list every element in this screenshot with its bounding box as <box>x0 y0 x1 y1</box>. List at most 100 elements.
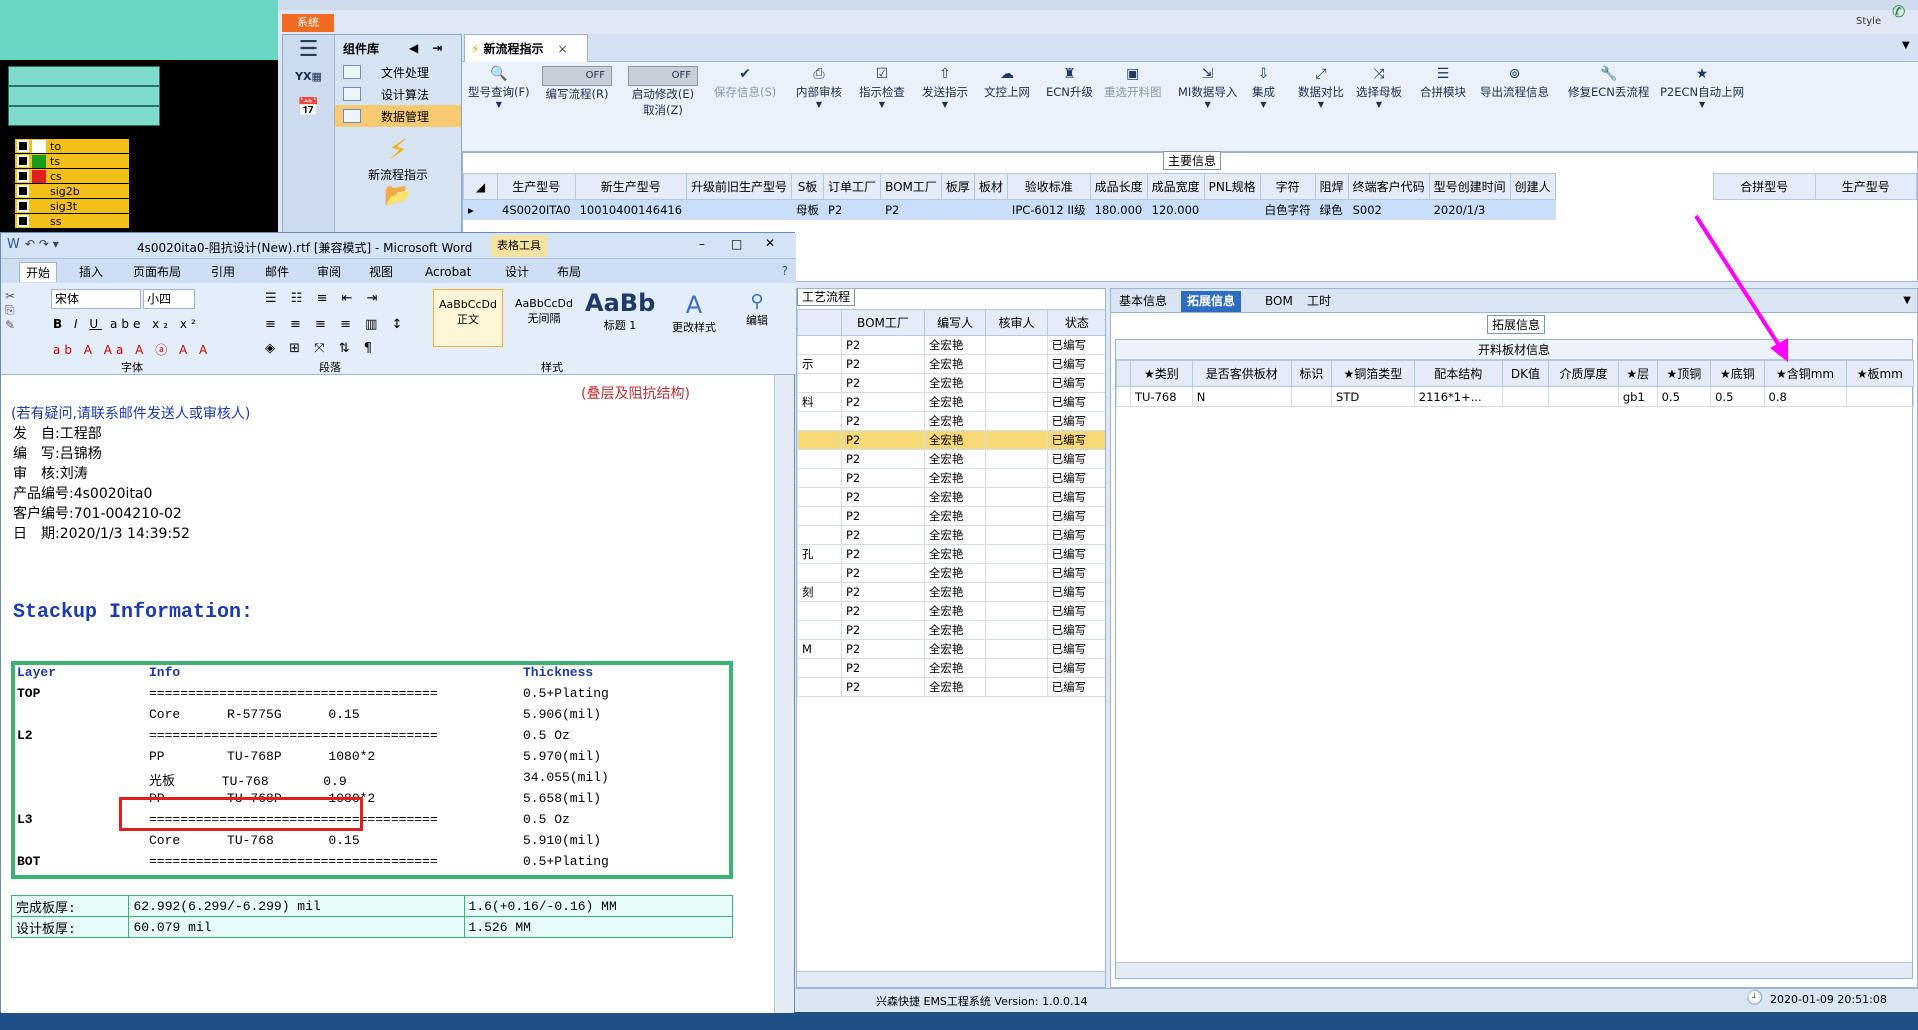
clipboard-icons[interactable]: ✂ ⎘ ✎ <box>5 289 31 332</box>
model-query-button[interactable]: 🔍 型号查询(F) ▼ <box>468 66 530 109</box>
table-cell[interactable] <box>985 677 1048 697</box>
table-row[interactable]: ▸ 4S0020ITA0 10010400146416 母板 P2 P2 IPC-6012 … <box>463 199 1556 220</box>
table-cell[interactable]: P2 <box>841 563 925 583</box>
table-cell[interactable] <box>797 601 842 621</box>
table-cell[interactable]: 全宏艳 <box>923 601 987 621</box>
table-cell[interactable]: P2 <box>841 468 925 488</box>
table-cell[interactable]: P2 <box>841 506 925 526</box>
tab-extended-info[interactable]: 拓展信息 <box>1181 291 1242 312</box>
fix-ecn-button[interactable]: 🔧 修复ECN丢流程 <box>1568 66 1649 100</box>
table-cell[interactable]: 2020/1/3 <box>1428 199 1511 220</box>
table-cell[interactable]: 已编写 <box>1046 525 1105 545</box>
table-cell[interactable]: 全宏艳 <box>923 525 987 545</box>
table-cell[interactable]: 4S0020ITA0 <box>497 199 576 220</box>
toggle-switch[interactable]: OFF <box>628 66 698 86</box>
tab-mail[interactable]: 邮件 <box>259 262 295 282</box>
table-cell[interactable]: gb1 <box>1617 386 1658 407</box>
table-row[interactable]: 料 P2 全宏艳 已编写 <box>797 392 1105 412</box>
table-cell[interactable]: P2 <box>841 392 925 412</box>
layer-list[interactable]: to ts cs sig2b sig3t ss <box>14 138 130 230</box>
table-cell[interactable]: 全宏艳 <box>923 639 987 659</box>
font-size-select[interactable]: 小四 <box>143 289 195 309</box>
table-cell[interactable]: 母板 <box>791 199 825 220</box>
table-cell[interactable]: 全宏艳 <box>923 335 987 355</box>
table-cell[interactable] <box>985 563 1048 583</box>
table-cell[interactable]: TU-768 <box>1130 386 1193 407</box>
table-row[interactable]: P2 全宏艳 已编写 <box>797 677 1105 697</box>
new-flow-label[interactable]: 新流程指示 <box>335 166 461 183</box>
table-cell[interactable]: P2 <box>841 449 925 469</box>
table-cell[interactable] <box>797 373 842 393</box>
table-cell[interactable]: 10010400146416 <box>574 199 688 220</box>
edit-button[interactable]: ⚲ 编辑 <box>737 291 777 328</box>
table-cell[interactable]: 已编写 <box>1046 582 1105 602</box>
table-cell[interactable]: P2 <box>880 199 942 220</box>
table-row[interactable]: M P2 全宏艳 已编写 <box>797 639 1105 659</box>
column-header[interactable]: 新生产型号 <box>574 173 688 200</box>
column-header[interactable]: 合拼型号 <box>1713 173 1816 200</box>
table-cell[interactable]: 全宏艳 <box>923 658 987 678</box>
table-cell[interactable]: 已编写 <box>1046 487 1105 507</box>
table-cell[interactable]: 孔 <box>797 544 842 564</box>
yx-logo-icon[interactable]: YX▦ <box>283 70 334 83</box>
table-row[interactable]: 刻 P2 全宏艳 已编写 <box>797 582 1105 602</box>
reselect-button[interactable]: ▣ 重选开料图 <box>1104 66 1162 100</box>
layer-item[interactable]: sig3t <box>15 199 129 214</box>
list-buttons[interactable]: ☰ ☷ ≡ ⇤ ⇥ <box>265 291 383 306</box>
horizontal-scrollbar[interactable] <box>1116 962 1912 978</box>
table-row[interactable]: P2 全宏艳 已编写 <box>797 601 1105 621</box>
table-cell[interactable]: P2 <box>841 487 925 507</box>
table-cell[interactable]: M <box>797 639 842 659</box>
table-cell[interactable] <box>1509 199 1556 220</box>
style-heading1[interactable]: AaBb 标题 1 <box>585 289 655 347</box>
table-cell[interactable] <box>686 199 793 220</box>
column-header[interactable]: ★铜箔类型 <box>1331 360 1415 387</box>
system-tab[interactable]: 系统 <box>282 14 334 32</box>
tab-layout[interactable]: 页面布局 <box>127 262 187 282</box>
tab-home[interactable]: 开始 <box>19 262 58 282</box>
column-header[interactable]: 介质厚度 <box>1548 360 1619 387</box>
toggle-switch[interactable]: OFF <box>542 66 612 86</box>
table-cell[interactable] <box>985 658 1048 678</box>
table-cell[interactable]: 已编写 <box>1046 620 1105 640</box>
font-color-buttons[interactable]: ab A Aa A ⓐ A A <box>53 341 211 358</box>
table-cell[interactable]: 全宏艳 <box>923 449 987 469</box>
column-header[interactable]: ★类别 <box>1130 360 1193 387</box>
table-row[interactable]: P2 全宏艳 已编写 <box>797 430 1105 450</box>
table-cell[interactable] <box>985 335 1048 355</box>
table-cell[interactable]: 已编写 <box>1046 430 1105 450</box>
column-header[interactable]: 核审人 <box>985 309 1048 336</box>
table-cell[interactable]: 全宏艳 <box>923 354 987 374</box>
table-cell[interactable] <box>973 199 1008 220</box>
tab-design[interactable]: 设计 <box>499 262 535 282</box>
border-buttons[interactable]: ◈ ⊞ ⤧ ⇅ ¶ <box>265 341 377 356</box>
table-cell[interactable] <box>797 658 842 678</box>
table-cell[interactable] <box>985 373 1048 393</box>
table-cell[interactable]: P2 <box>841 677 925 697</box>
table-cell[interactable] <box>797 506 842 526</box>
table-cell[interactable] <box>797 525 842 545</box>
column-header[interactable]: BOM工厂 <box>880 173 942 200</box>
tab-review[interactable]: 审阅 <box>311 262 347 282</box>
table-cell[interactable]: P2 <box>841 373 925 393</box>
table-cell[interactable]: 已编写 <box>1046 563 1105 583</box>
layer-checkbox[interactable] <box>17 200 29 212</box>
table-cell[interactable]: P2 <box>841 335 925 355</box>
column-header[interactable]: 升级前旧生产型号 <box>686 173 793 200</box>
close-icon[interactable]: × <box>557 42 567 56</box>
table-cell[interactable]: 已编写 <box>1046 639 1105 659</box>
style-label[interactable]: Style <box>1856 16 1881 27</box>
horizontal-scrollbar[interactable] <box>797 971 1105 987</box>
column-header[interactable]: 验收标准 <box>1006 173 1091 200</box>
word-icon[interactable]: W <box>7 237 20 252</box>
tab-references[interactable]: 引用 <box>205 262 241 282</box>
table-cell[interactable]: 全宏艳 <box>923 582 987 602</box>
merge-module-button[interactable]: ☰ 合拼模块 <box>1420 66 1466 100</box>
tab-hours[interactable]: 工时 <box>1301 291 1337 312</box>
column-header[interactable]: 板厚 <box>940 173 975 200</box>
table-row[interactable]: 孔 P2 全宏艳 已编写 <box>797 544 1105 564</box>
ecn-upgrade-button[interactable]: ♜ ECN升级 <box>1046 66 1093 100</box>
table-cell[interactable] <box>985 620 1048 640</box>
table-row[interactable]: P2 全宏艳 已编写 <box>797 563 1105 583</box>
chevron-down-icon[interactable]: ▼ <box>1902 40 1910 51</box>
